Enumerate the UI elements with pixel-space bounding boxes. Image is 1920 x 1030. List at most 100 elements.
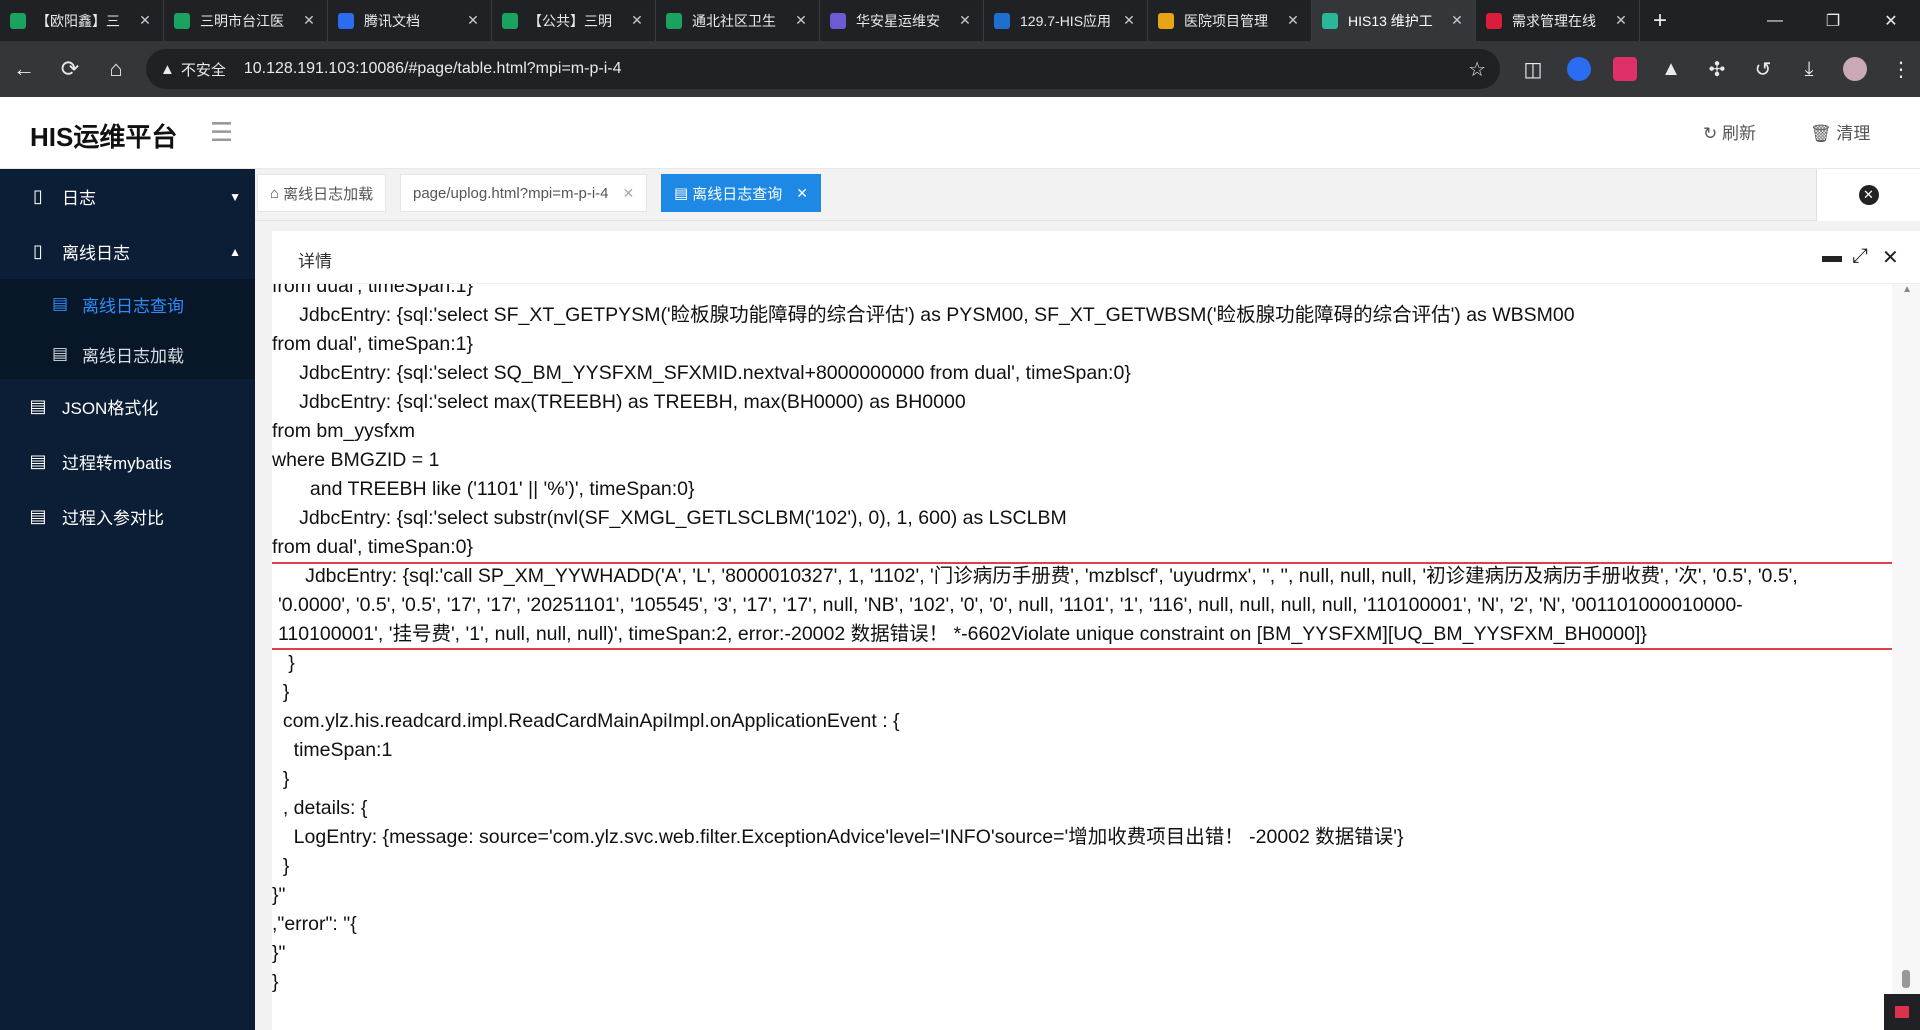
browser-tab-title: 腾讯文档 [364, 12, 420, 29]
log-line: }" [272, 942, 286, 964]
log-line: } [272, 971, 279, 993]
sidebar-item-proc-to-mybatis[interactable]: ▤ 过程转mybatis [0, 434, 255, 489]
tab-label: 离线日志加载 [283, 185, 374, 203]
sidebar-item-label: 过程入参对比 [62, 509, 164, 528]
tab-uplog-page[interactable]: page/uplog.html?mpi=m-p-i-4 ✕ [400, 174, 648, 212]
file-text-icon: ▤ [51, 294, 69, 313]
close-tab-icon[interactable]: ✕ [1449, 12, 1465, 29]
browser-tab[interactable]: 华安星运维安 ✕ [820, 0, 984, 41]
sidebar-subitem-offline-log-query[interactable]: ▤ 离线日志查询 [0, 279, 255, 329]
profile-avatar-icon[interactable] [1832, 51, 1878, 87]
extension-icons: ◫ ▲ ✣ ↺ ⤓ ⋮ [1510, 51, 1920, 87]
scroll-up-icon[interactable]: ▲ [1902, 284, 1912, 295]
close-tab-icon[interactable]: ✕ [301, 12, 317, 29]
tab-offline-log-load[interactable]: ⌂ 离线日志加载 [257, 174, 387, 212]
tab-offline-log-query[interactable]: ▤ 离线日志查询 ✕ [661, 174, 821, 212]
browser-tab[interactable]: 通北社区卫生 ✕ [656, 0, 820, 41]
browser-tab[interactable]: 医院项目管理 ✕ [1148, 0, 1312, 41]
back-icon[interactable]: ← [2, 51, 46, 87]
browser-tab[interactable]: 需求管理在线 ✕ [1476, 0, 1640, 41]
download-icon[interactable]: ⤓ [1786, 51, 1832, 87]
browser-tab-title: 【公共】三明 [528, 12, 612, 29]
reading-mode-icon[interactable]: ◫ [1510, 51, 1556, 87]
browser-tab[interactable]: HIS13 维护工 ✕ [1312, 0, 1476, 41]
close-all-tabs-button[interactable]: ✕ [1816, 169, 1920, 221]
refresh-icon: ↻ [1703, 124, 1718, 143]
log-line: JdbcEntry: {sql:'select SQ_BM_YYSFXM_SFX… [272, 362, 1131, 384]
log-line: timeSpan:1 [272, 739, 393, 761]
url-text[interactable]: 10.128.191.103:10086/#page/table.html?mp… [244, 60, 1468, 78]
clear-button[interactable]: 🗑 清理 [1810, 119, 1870, 144]
content-area: 详情 ▬ ⤢ ✕ from dual', timeSpan:1} JdbcEnt… [255, 221, 1920, 1030]
close-tab-icon[interactable]: ✕ [1285, 12, 1301, 29]
browser-tab-title: 三明市台江医 [200, 12, 284, 29]
sidebar-subitem-label: 离线日志加载 [82, 346, 184, 366]
home-icon[interactable]: ⌂ [94, 51, 138, 87]
translate-icon[interactable] [1602, 51, 1648, 87]
bookmark-star-icon[interactable]: ☆ [1468, 57, 1486, 82]
sidebar-item-log[interactable]: ▯ 日志 ▼ [0, 169, 255, 224]
extensions-puzzle-icon[interactable]: ✣ [1694, 51, 1740, 87]
menu-toggle-icon[interactable]: ☰ [210, 117, 233, 148]
browser-toolbar: ← ⟳ ⌂ ▲ 不安全 10.128.191.103:10086/#page/t… [0, 41, 1920, 97]
close-tab-icon[interactable]: ✕ [465, 12, 481, 29]
address-bar[interactable]: ▲ 不安全 10.128.191.103:10086/#page/table.h… [146, 49, 1500, 89]
file-icon: ▯ [33, 241, 43, 261]
tab-favicon-icon [1486, 12, 1502, 29]
sidebar-subitem-offline-log-load[interactable]: ▤ 离线日志加载 [0, 329, 255, 379]
refresh-button[interactable]: ↻ 刷新 [1703, 119, 1756, 144]
error-highlight-box [272, 562, 1892, 650]
close-icon[interactable]: ✕ [623, 185, 635, 202]
new-tab-button[interactable]: + [1640, 0, 1680, 41]
reload-icon[interactable]: ⟳ [48, 51, 92, 87]
close-icon[interactable]: ✕ [796, 185, 808, 202]
corner-extension-icon[interactable] [1884, 994, 1920, 1030]
browser-tab-title: 129.7-HIS应用 [1020, 12, 1112, 29]
refresh-label: 刷新 [1721, 124, 1756, 143]
sidebar-item-json-format[interactable]: ▤ JSON格式化 [0, 379, 255, 434]
tab-favicon-icon [1322, 12, 1338, 29]
maximize-icon[interactable]: ⤢ [1852, 245, 1868, 268]
extension-blue-icon[interactable] [1556, 51, 1602, 87]
close-tab-icon[interactable]: ✕ [957, 12, 973, 29]
minimize-window-icon[interactable]: — [1746, 0, 1804, 41]
warning-icon: ▲ [160, 60, 175, 78]
home-icon: ⌂ [270, 184, 280, 202]
browser-tab[interactable]: 【欧阳鑫】三 ✕ [0, 0, 164, 41]
browser-tab[interactable]: 三明市台江医 ✕ [164, 0, 328, 41]
log-line: and TREEBH like ('1101' || '%')', timeSp… [272, 478, 695, 500]
log-line: ,"error": "{ [272, 913, 357, 935]
close-icon[interactable]: ✕ [1882, 245, 1899, 270]
browser-tab[interactable]: 腾讯文档 ✕ [328, 0, 492, 41]
minimize-icon[interactable]: ▬ [1822, 245, 1842, 268]
file-text-icon: ▤ [29, 396, 47, 416]
scrollbar-thumb[interactable] [1902, 970, 1910, 988]
close-tab-icon[interactable]: ✕ [629, 12, 645, 29]
sidebar-item-offline-log[interactable]: ▯ 离线日志 ▲ [0, 224, 255, 279]
close-tab-icon[interactable]: ✕ [137, 12, 153, 29]
close-window-icon[interactable]: ✕ [1862, 0, 1920, 41]
tab-favicon-icon [994, 12, 1010, 29]
close-tab-icon[interactable]: ✕ [1613, 12, 1629, 29]
tab-favicon-icon [830, 12, 846, 29]
scrollbar[interactable]: ▲ [1892, 284, 1920, 1030]
restore-window-icon[interactable]: ❐ [1804, 0, 1862, 41]
tab-favicon-icon [338, 12, 354, 29]
log-line: } [272, 681, 290, 703]
tab-favicon-icon [10, 12, 26, 29]
close-tab-icon[interactable]: ✕ [1121, 12, 1137, 29]
history-icon[interactable]: ↺ [1740, 51, 1786, 87]
app-header: HIS运维平台 ☰ ↻ 刷新 🗑 清理 [0, 97, 1920, 169]
browser-tab[interactable]: 129.7-HIS应用 ✕ [984, 0, 1148, 41]
close-circle-icon: ✕ [1858, 185, 1879, 205]
menu-more-icon[interactable]: ⋮ [1878, 51, 1920, 87]
log-content: from dual', timeSpan:1} JdbcEntry: {sql:… [272, 284, 1892, 1030]
not-secure-label[interactable]: 不安全 [181, 59, 226, 80]
sidebar-item-label: 离线日志 [62, 244, 130, 263]
extension-triangle-icon[interactable]: ▲ [1648, 51, 1694, 87]
browser-tab[interactable]: 【公共】三明 ✕ [492, 0, 656, 41]
sidebar-item-proc-param-compare[interactable]: ▤ 过程入参对比 [0, 489, 255, 544]
browser-tab-title: HIS13 维护工 [1348, 12, 1433, 29]
close-tab-icon[interactable]: ✕ [793, 12, 809, 29]
browser-tab-strip: 【欧阳鑫】三 ✕ 三明市台江医 ✕ 腾讯文档 ✕ 【公共】三明 ✕ 通北社区卫生 ✕ 华安星运维安 ✕… [0, 0, 1920, 41]
